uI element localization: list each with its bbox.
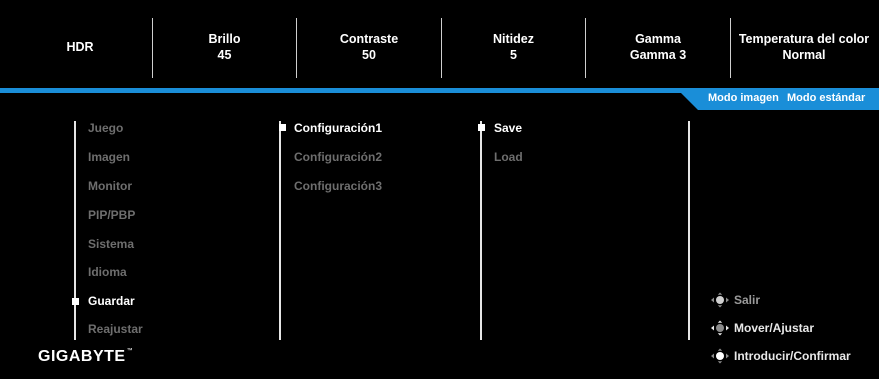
menu-item-reajustar[interactable]: Reajustar bbox=[88, 322, 143, 336]
legend-move-adjust: Mover/Ajustar bbox=[710, 320, 814, 336]
menu-item-imagen[interactable]: Imagen bbox=[88, 150, 130, 164]
header-nitidez-value: 5 bbox=[510, 48, 517, 62]
legend-exit-label: Salir bbox=[734, 293, 761, 307]
square-bullet-icon bbox=[279, 124, 286, 131]
header-brillo: Brillo 45 bbox=[153, 16, 296, 78]
legend-move-adjust-label: Mover/Ajustar bbox=[734, 321, 815, 335]
joystick-icon bbox=[711, 320, 729, 336]
menu-item-guardar[interactable]: Guardar bbox=[88, 294, 135, 308]
legend-enter-confirm-label: Introducir/Confirmar bbox=[734, 349, 851, 363]
logo-trademark: ™ bbox=[126, 348, 134, 354]
logo-text: GIGABYTE bbox=[38, 348, 126, 365]
header-nitidez-label: Nitidez bbox=[493, 32, 534, 46]
gigabyte-logo: GIGABYTE™ bbox=[38, 348, 133, 366]
header-gamma-value: Gamma 3 bbox=[629, 48, 687, 62]
square-bullet-icon bbox=[478, 124, 485, 131]
right-column-line bbox=[688, 121, 690, 340]
menu-item-idioma[interactable]: Idioma bbox=[88, 265, 127, 279]
config-column-line bbox=[279, 121, 281, 340]
header-contraste: Contraste 50 bbox=[297, 16, 441, 78]
joystick-icon bbox=[711, 348, 729, 364]
action-save[interactable]: Save bbox=[494, 121, 522, 135]
menu-item-monitor[interactable]: Monitor bbox=[88, 179, 132, 193]
header-temperatura-value: Normal bbox=[782, 48, 826, 62]
menu-item-juego[interactable]: Juego bbox=[88, 121, 123, 135]
legend-exit: Salir bbox=[710, 292, 760, 308]
header-contraste-value: 50 bbox=[362, 48, 376, 62]
header-gamma: Gamma Gamma 3 bbox=[586, 16, 730, 78]
header-temperatura-label: Temperatura del color bbox=[738, 32, 870, 46]
menu-column-line bbox=[74, 121, 76, 340]
joystick-icon bbox=[711, 292, 729, 308]
action-load[interactable]: Load bbox=[494, 150, 523, 164]
header-brillo-value: 45 bbox=[217, 48, 232, 62]
config-item-1[interactable]: Configuración1 bbox=[294, 121, 382, 135]
legend-enter-confirm: Introducir/Confirmar bbox=[710, 348, 851, 364]
header-hdr: HDR bbox=[8, 16, 152, 78]
header-nitidez: Nitidez 5 bbox=[442, 16, 585, 78]
header-contraste-label: Contraste bbox=[339, 32, 399, 46]
header-hdr-label: HDR bbox=[66, 40, 94, 54]
menu-item-pip-pbp[interactable]: PIP/PBP bbox=[88, 208, 135, 222]
menu-item-sistema[interactable]: Sistema bbox=[88, 237, 134, 251]
config-item-3[interactable]: Configuración3 bbox=[294, 179, 382, 193]
header-temperatura: Temperatura del color Normal bbox=[731, 16, 877, 78]
action-column-line bbox=[480, 121, 482, 340]
picture-mode-label: Modo imagen bbox=[708, 92, 779, 104]
config-item-2[interactable]: Configuración2 bbox=[294, 150, 382, 164]
header-bar: HDR Brillo 45 Contraste 50 Nitidez 5 Gam… bbox=[0, 0, 879, 88]
square-bullet-icon bbox=[72, 298, 79, 305]
picture-mode-value: Modo estándar bbox=[787, 92, 866, 104]
header-brillo-label: Brillo bbox=[208, 32, 241, 46]
header-gamma-label: Gamma bbox=[635, 32, 681, 46]
